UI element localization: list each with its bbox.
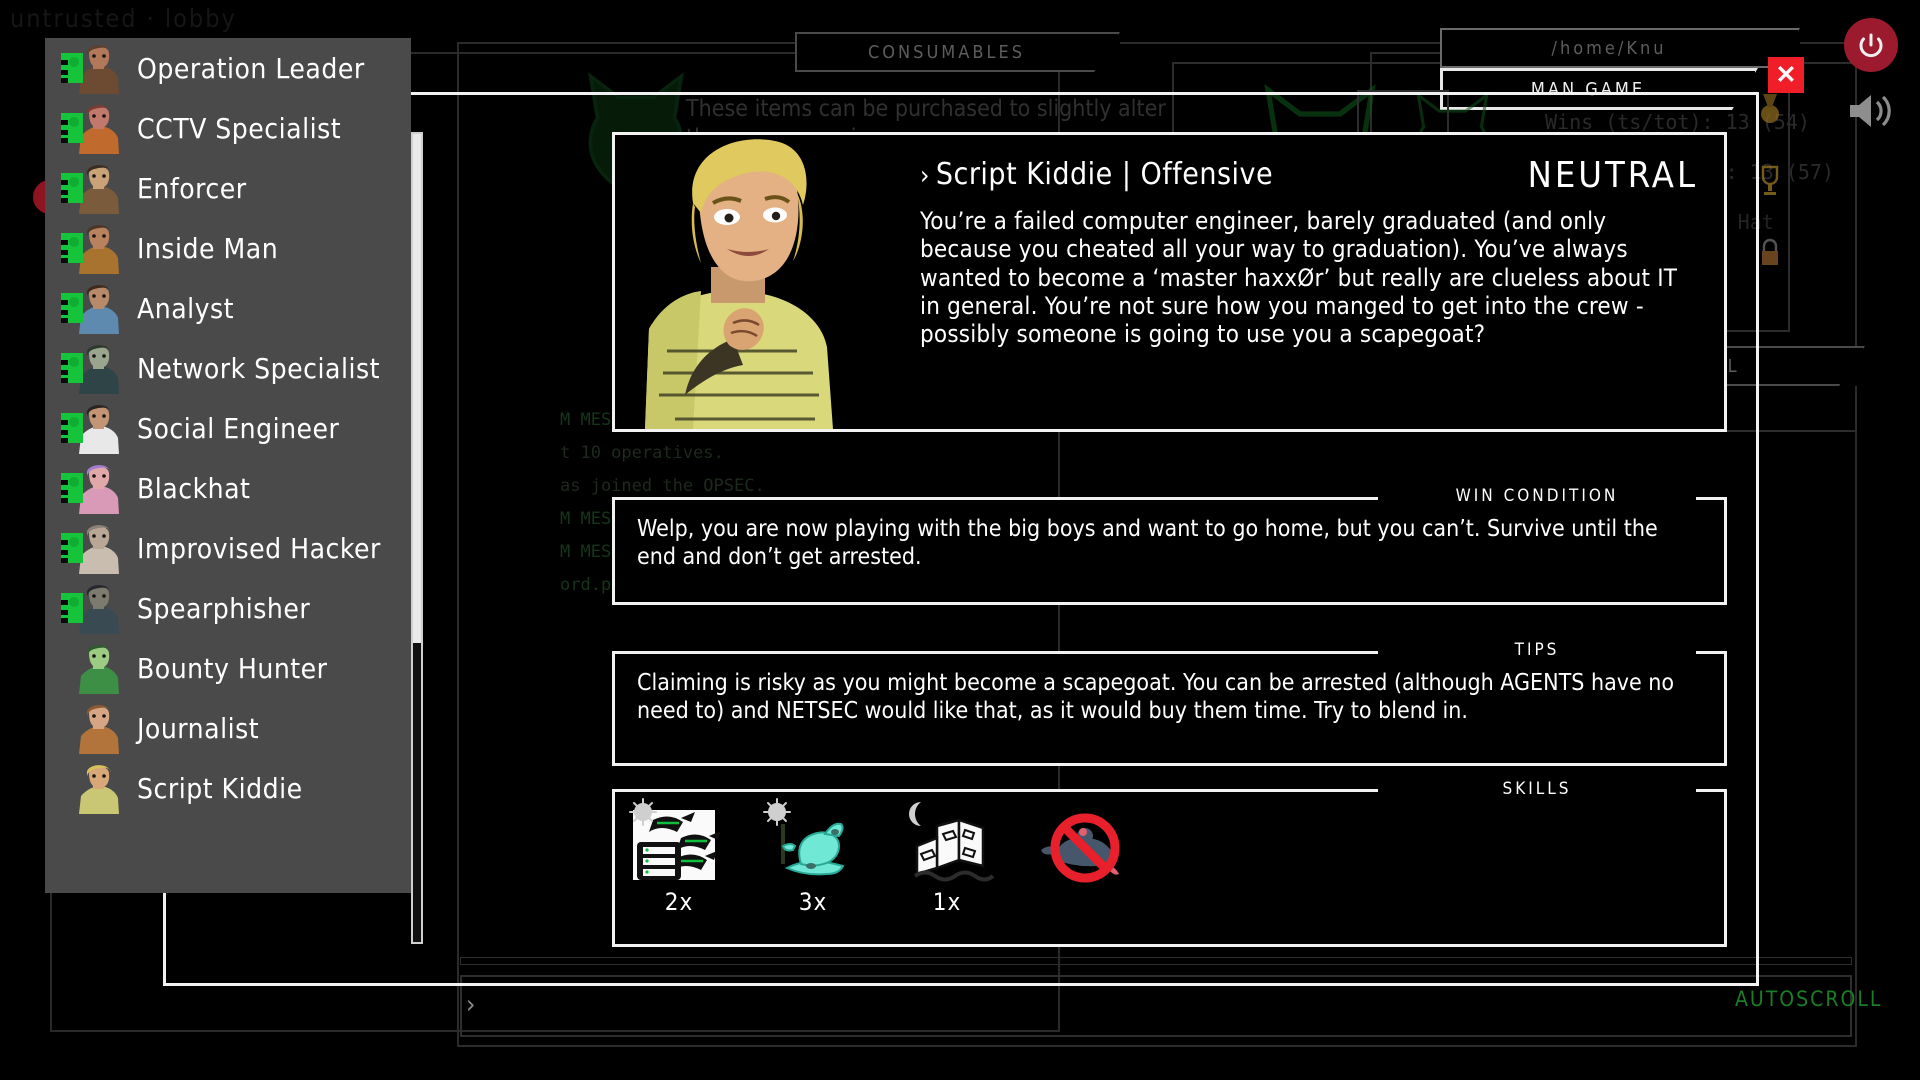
role-list-item[interactable]: Journalist	[45, 698, 411, 758]
win-condition-text: Welp, you are now playing with the big b…	[637, 516, 1658, 570]
locked-placeholder	[59, 651, 85, 685]
skill-slot[interactable]	[1025, 798, 1137, 888]
trojan-horse-icon	[763, 798, 863, 886]
role-list-item[interactable]: Inside Man	[45, 218, 411, 278]
role-list-item[interactable]: Enforcer	[45, 158, 411, 218]
role-list-item-label: Script Kiddie	[137, 771, 303, 805]
role-list-item-label: Bounty Hunter	[137, 651, 328, 685]
tab-skills: SKILLS	[1378, 771, 1696, 807]
unlocked-lock-icon	[59, 171, 85, 205]
role-list-scrollbar[interactable]	[411, 132, 423, 944]
sun-icon	[763, 798, 791, 826]
no-rat-icon	[1031, 798, 1131, 886]
window-title-ghost: untrusted · lobby	[10, 4, 237, 33]
skills-row: 2x 3x 1x	[615, 792, 1724, 922]
power-button[interactable]	[1844, 18, 1898, 72]
character-portrait	[615, 135, 877, 429]
skill-slot[interactable]: 2x	[623, 798, 735, 916]
unlocked-lock-icon	[59, 471, 85, 505]
tips-text: Claiming is risky as you might become a …	[637, 670, 1675, 724]
unlocked-lock-icon	[59, 111, 85, 145]
close-icon: ✕	[1775, 61, 1797, 89]
tips-panel: Claiming is risky as you might become a …	[612, 651, 1727, 766]
side-icon-rail	[1755, 92, 1785, 308]
sun-icon	[629, 798, 657, 826]
role-list-item[interactable]: Analyst	[45, 278, 411, 338]
role-list-item[interactable]: Bounty Hunter	[45, 638, 411, 698]
office-raid-icon	[897, 798, 997, 886]
tab-tips: TIPS	[1378, 632, 1696, 668]
terminal-prompt: ›	[466, 990, 476, 1020]
scrollbar-thumb[interactable]	[413, 134, 421, 644]
role-list-item-label: Social Engineer	[137, 411, 340, 445]
role-list[interactable]: Operation Leader CCTV Specialist Enforce…	[45, 38, 411, 893]
role-list-item-label: Network Specialist	[137, 351, 380, 385]
medal-icon	[1755, 92, 1785, 130]
role-list-item-label: Enforcer	[137, 171, 247, 205]
character-title: › Script Kiddie | Offensive	[920, 157, 1273, 192]
tips-tab-label: TIPS	[1514, 640, 1560, 660]
role-list-item[interactable]: Social Engineer	[45, 398, 411, 458]
role-list-item[interactable]: Script Kiddie	[45, 758, 411, 818]
unlocked-lock-icon	[59, 531, 85, 565]
role-list-item-label: CCTV Specialist	[137, 111, 342, 145]
skill-count: 1x	[932, 888, 962, 916]
tab-home-path-label: /home/Knu	[1551, 37, 1667, 59]
locked-placeholder	[59, 771, 85, 805]
role-list-item[interactable]: Operation Leader	[45, 38, 411, 98]
unlocked-lock-icon	[59, 411, 85, 445]
role-list-item-label: Analyst	[137, 291, 235, 325]
role-list-item-label: Improvised Hacker	[137, 531, 381, 565]
lock-icon	[1755, 236, 1785, 274]
character-description: You’re a failed computer engineer, barel…	[920, 207, 1678, 349]
role-list-item-label: Operation Leader	[137, 51, 365, 85]
unlocked-lock-icon	[59, 231, 85, 265]
role-list-item-label: Journalist	[137, 711, 260, 745]
skill-slot[interactable]: 3x	[757, 798, 869, 916]
moon-icon	[909, 802, 921, 826]
unlocked-lock-icon	[59, 291, 85, 325]
alignment-badge: NEUTRAL	[1527, 155, 1698, 196]
unlocked-lock-icon	[59, 51, 85, 85]
character-detail-panel: › Script Kiddie | Offensive NEUTRAL You’r…	[612, 132, 1727, 432]
unlocked-lock-icon	[59, 591, 85, 625]
role-list-item-label: Blackhat	[137, 471, 251, 505]
tab-consumables-label: CONSUMABLES	[868, 41, 1025, 63]
role-list-item[interactable]: Spearphisher	[45, 578, 411, 638]
trophy-icon	[1755, 164, 1785, 202]
skills-tab-label: SKILLS	[1502, 779, 1572, 799]
role-list-item-label: Inside Man	[137, 231, 279, 265]
tab-consumables[interactable]: CONSUMABLES	[795, 32, 1120, 72]
game-screen: untrusted · lobby SET AS READY DISCONNEC…	[0, 0, 1920, 1080]
skill-slot[interactable]: 1x	[891, 798, 1003, 916]
chevron-right-icon: ›	[920, 161, 930, 191]
unlocked-lock-icon	[59, 351, 85, 385]
role-list-item[interactable]: Network Specialist	[45, 338, 411, 398]
role-list-item[interactable]: Improvised Hacker	[45, 518, 411, 578]
locked-placeholder	[59, 711, 85, 745]
close-button[interactable]: ✕	[1768, 57, 1804, 93]
sound-button[interactable]	[1844, 88, 1896, 134]
tab-home-path[interactable]: /home/Knu	[1440, 28, 1800, 68]
role-list-item-label: Spearphisher	[137, 591, 311, 625]
role-list-item[interactable]: CCTV Specialist	[45, 98, 411, 158]
skill-count: 3x	[798, 888, 828, 916]
skills-panel: 2x 3x 1x	[612, 789, 1727, 947]
win-condition-tab-label: WIN CONDITION	[1455, 486, 1619, 506]
character-title-text: Script Kiddie | Offensive	[935, 157, 1274, 192]
role-list-item[interactable]: Blackhat	[45, 458, 411, 518]
tab-win-condition: WIN CONDITION	[1378, 478, 1696, 514]
skill-count: 2x	[664, 888, 694, 916]
autoscroll-toggle[interactable]: AUTOSCROLL	[1735, 987, 1882, 1011]
ddos-bombs-icon	[629, 798, 729, 886]
